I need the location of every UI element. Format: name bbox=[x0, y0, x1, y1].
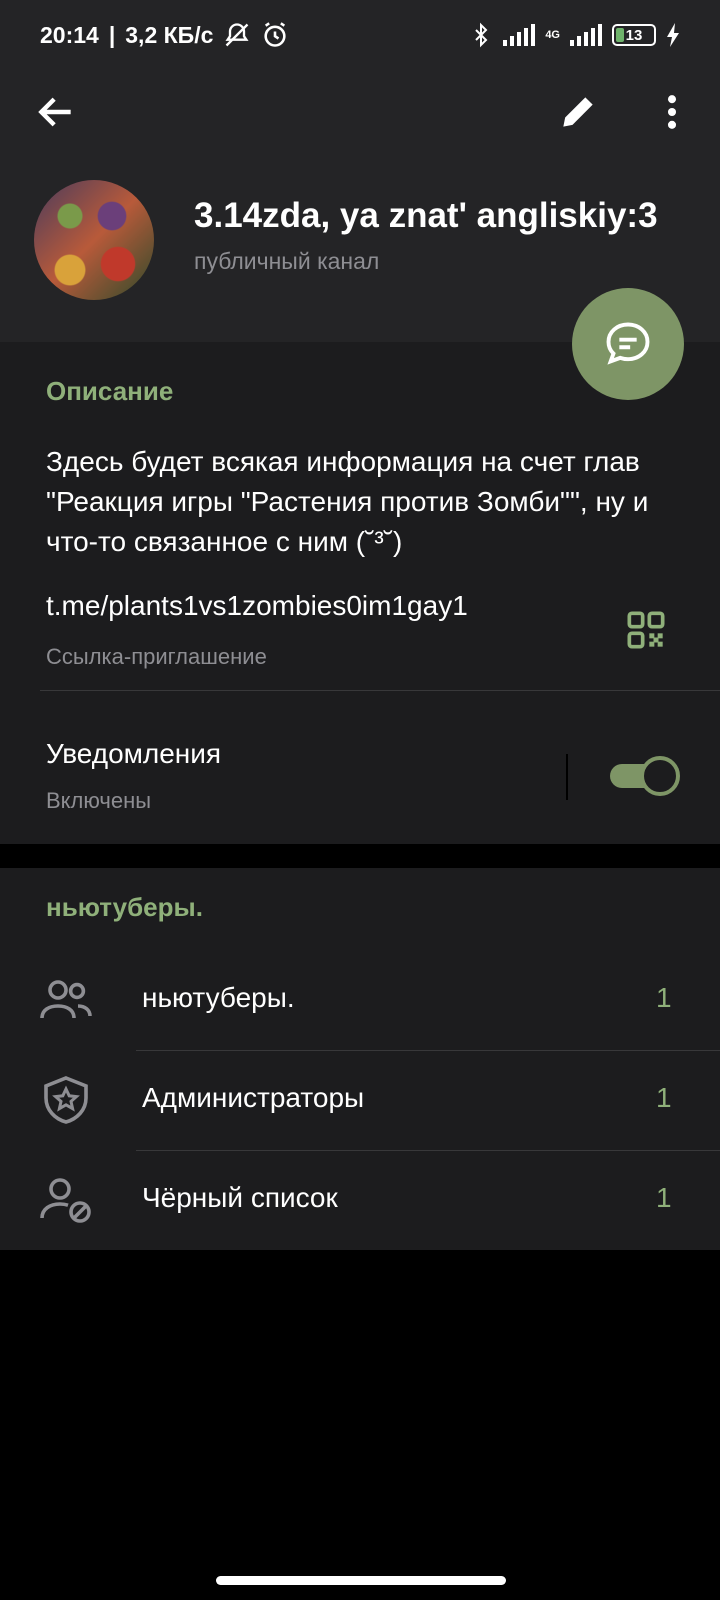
members-section-label: ньютуберы. bbox=[46, 892, 203, 922]
battery-icon: 13 bbox=[612, 24, 656, 46]
edit-pencil-icon[interactable] bbox=[556, 90, 600, 134]
bluetooth-icon bbox=[475, 22, 488, 48]
list-item-label: ньютуберы. bbox=[142, 982, 295, 1013]
status-speed: 3,2 КБ/с bbox=[125, 21, 214, 48]
members-section: ньютуберы. ньютуберы. 1 Администраторы 1… bbox=[0, 868, 720, 1250]
alarm-icon bbox=[264, 22, 287, 47]
list-item[interactable]: Чёрный список 1 bbox=[0, 1150, 720, 1250]
mute-icon bbox=[225, 23, 249, 47]
list-item-count: 1 bbox=[656, 982, 672, 1013]
description-label: Описание bbox=[46, 376, 174, 406]
more-vertical-icon[interactable] bbox=[650, 90, 694, 134]
toggle-knob bbox=[640, 756, 680, 796]
list-item-count: 1 bbox=[656, 1082, 672, 1113]
list-item[interactable]: ньютуберы. 1 bbox=[0, 950, 720, 1050]
battery-level: 13 bbox=[625, 26, 643, 44]
notifications-toggle[interactable] bbox=[610, 756, 680, 796]
channel-avatar[interactable] bbox=[34, 180, 154, 300]
invite-link[interactable]: t.me/plants1vs1zombies0im1gay1 bbox=[46, 590, 468, 622]
notifications-label[interactable]: Уведомления bbox=[46, 738, 221, 770]
shield-star-icon bbox=[44, 1076, 88, 1124]
notifications-state: Включены bbox=[46, 788, 152, 813]
info-section: Описание Здесь будет всякая информация н… bbox=[0, 342, 720, 844]
discussion-button[interactable] bbox=[572, 288, 684, 400]
invite-link-label: Ссылка-приглашение bbox=[46, 644, 267, 669]
list-item-count: 1 bbox=[656, 1182, 672, 1213]
signal-icon bbox=[503, 24, 536, 46]
channel-title: 3.14zda, ya znat' angliskiy:3 bbox=[194, 196, 658, 235]
list-item-label: Администраторы bbox=[142, 1082, 365, 1113]
signal-icon-2 bbox=[570, 24, 602, 46]
description-text: Здесь будет всякая информация на счет гл… bbox=[46, 446, 649, 557]
separator-line bbox=[566, 754, 568, 800]
network-type: 4G bbox=[545, 29, 560, 41]
list-item[interactable]: Администраторы 1 bbox=[0, 1050, 720, 1150]
status-time: 20:14 bbox=[40, 21, 99, 48]
back-arrow-icon[interactable] bbox=[34, 90, 78, 134]
status-bar: 20:14 | 3,2 КБ/с 4G 13 bbox=[0, 0, 720, 70]
qr-code-icon[interactable] bbox=[626, 610, 666, 650]
channel-subtitle: публичный канал bbox=[194, 248, 380, 274]
chat-bubble-icon bbox=[606, 322, 650, 365]
charging-icon bbox=[667, 23, 679, 47]
home-indicator[interactable] bbox=[216, 1576, 506, 1585]
user-blocked-icon bbox=[40, 1178, 91, 1223]
list-item-label: Чёрный список bbox=[142, 1182, 338, 1213]
divider bbox=[40, 690, 720, 691]
people-icon bbox=[40, 980, 92, 1019]
